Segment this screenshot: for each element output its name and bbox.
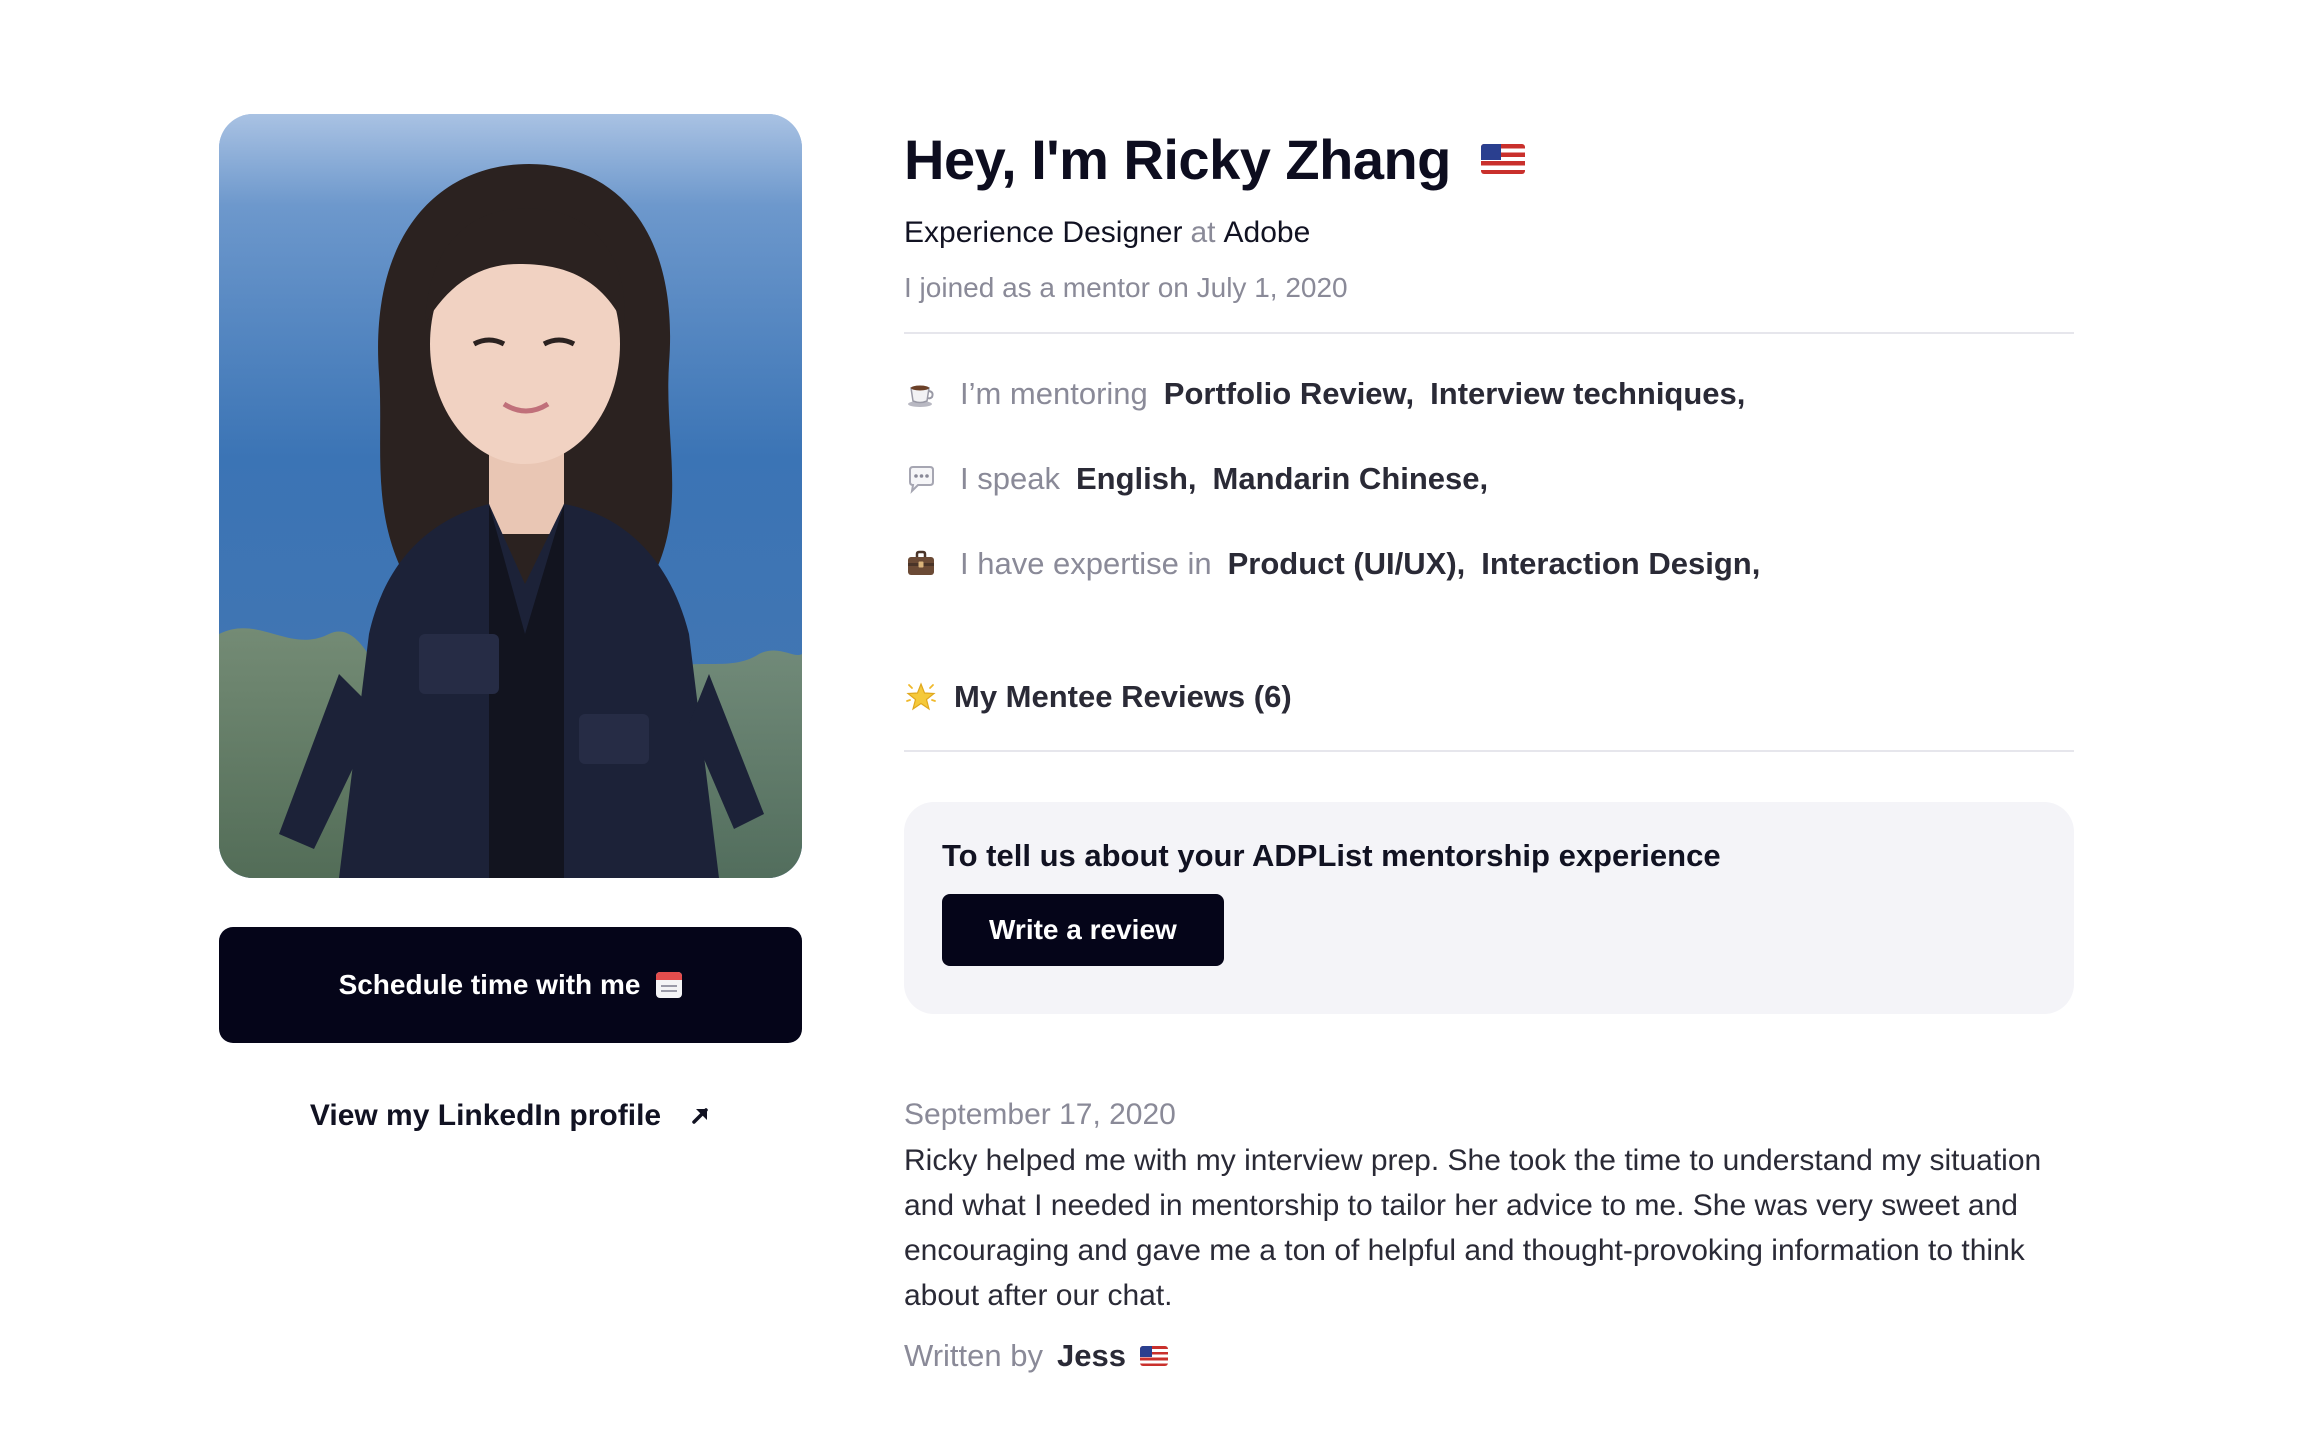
- calendar-icon: [656, 972, 683, 998]
- language-item: English,: [1075, 461, 1197, 496]
- mentoring-label: I’m mentoring: [960, 376, 1148, 411]
- page-title: Hey, I'm Ricky Zhang: [904, 127, 1451, 191]
- written-by-label: Written by: [904, 1338, 1043, 1373]
- write-review-button[interactable]: Write a review: [942, 894, 1224, 966]
- joined-row: I joined as a mentor on July 1, 2020: [904, 272, 2074, 304]
- joined-date: July 1, 2020: [1196, 272, 1348, 303]
- us-flag-icon: [1139, 1346, 1168, 1366]
- left-column: Schedule time with me View my LinkedIn p…: [219, 114, 802, 1133]
- profile-photo-illustration: [219, 114, 802, 878]
- mentoring-row: I’m mentoring Portfolio Review, Intervie…: [904, 364, 2074, 424]
- review-item: September 17, 2020 Ricky helped me with …: [904, 1098, 2074, 1374]
- schedule-time-button[interactable]: Schedule time with me: [219, 927, 802, 1043]
- name-row: Hey, I'm Ricky Zhang: [904, 124, 2074, 194]
- review-cta-text: To tell us about your ADPList mentorship…: [942, 838, 1721, 873]
- company-name: Adobe: [1223, 216, 1311, 249]
- expertise-label: I have expertise in: [960, 546, 1212, 581]
- review-author-row: Written by Jess: [904, 1338, 2074, 1374]
- expertise-item: Product (UI/UX),: [1227, 546, 1466, 581]
- review-body: Ricky helped me with my interview prep. …: [904, 1144, 2042, 1312]
- mentor-info-list: I’m mentoring Portfolio Review, Intervie…: [904, 364, 2074, 594]
- reviews-heading: My Mentee Reviews (6): [954, 679, 1292, 714]
- coffee-icon: [904, 377, 938, 411]
- linkedin-profile-link[interactable]: View my LinkedIn profile: [219, 1099, 802, 1133]
- arrow-up-right-icon: [689, 1105, 711, 1127]
- speech-bubble-icon: [904, 462, 938, 496]
- profile-photo: [219, 114, 802, 878]
- job-title-row: Experience Designer at Adobe: [904, 216, 2074, 250]
- at-label: at: [1190, 216, 1216, 249]
- review-author: Jess: [1056, 1338, 1126, 1373]
- briefcase-icon: [904, 547, 938, 581]
- mentoring-topic: Interview techniques,: [1430, 376, 1746, 411]
- languages-row: I speak English, Mandarin Chinese,: [904, 449, 2074, 509]
- job-title: Experience Designer: [904, 216, 1183, 249]
- star-icon: [904, 680, 938, 714]
- mentor-profile-page: Schedule time with me View my LinkedIn p…: [0, 0, 2300, 1440]
- mentoring-topic: Portfolio Review,: [1163, 376, 1415, 411]
- reviews-heading-row: My Mentee Reviews (6): [904, 672, 2074, 722]
- linkedin-profile-label: View my LinkedIn profile: [309, 1099, 662, 1132]
- expertise-row: I have expertise in Product (UI/UX), Int…: [904, 534, 2074, 594]
- divider: [904, 332, 2074, 334]
- write-review-card: To tell us about your ADPList mentorship…: [904, 802, 2074, 1014]
- us-flag-icon: [1480, 144, 1525, 174]
- joined-prefix: I joined as a mentor on: [904, 272, 1189, 303]
- schedule-time-label: Schedule time with me: [338, 969, 641, 1000]
- expertise-item: Interaction Design,: [1481, 546, 1761, 581]
- review-date: September 17, 2020: [904, 1098, 1176, 1131]
- languages-label: I speak: [960, 461, 1060, 496]
- language-item: Mandarin Chinese,: [1212, 461, 1489, 496]
- right-column: Hey, I'm Ricky Zhang Experience Designer…: [904, 124, 2074, 1374]
- divider: [904, 750, 2074, 752]
